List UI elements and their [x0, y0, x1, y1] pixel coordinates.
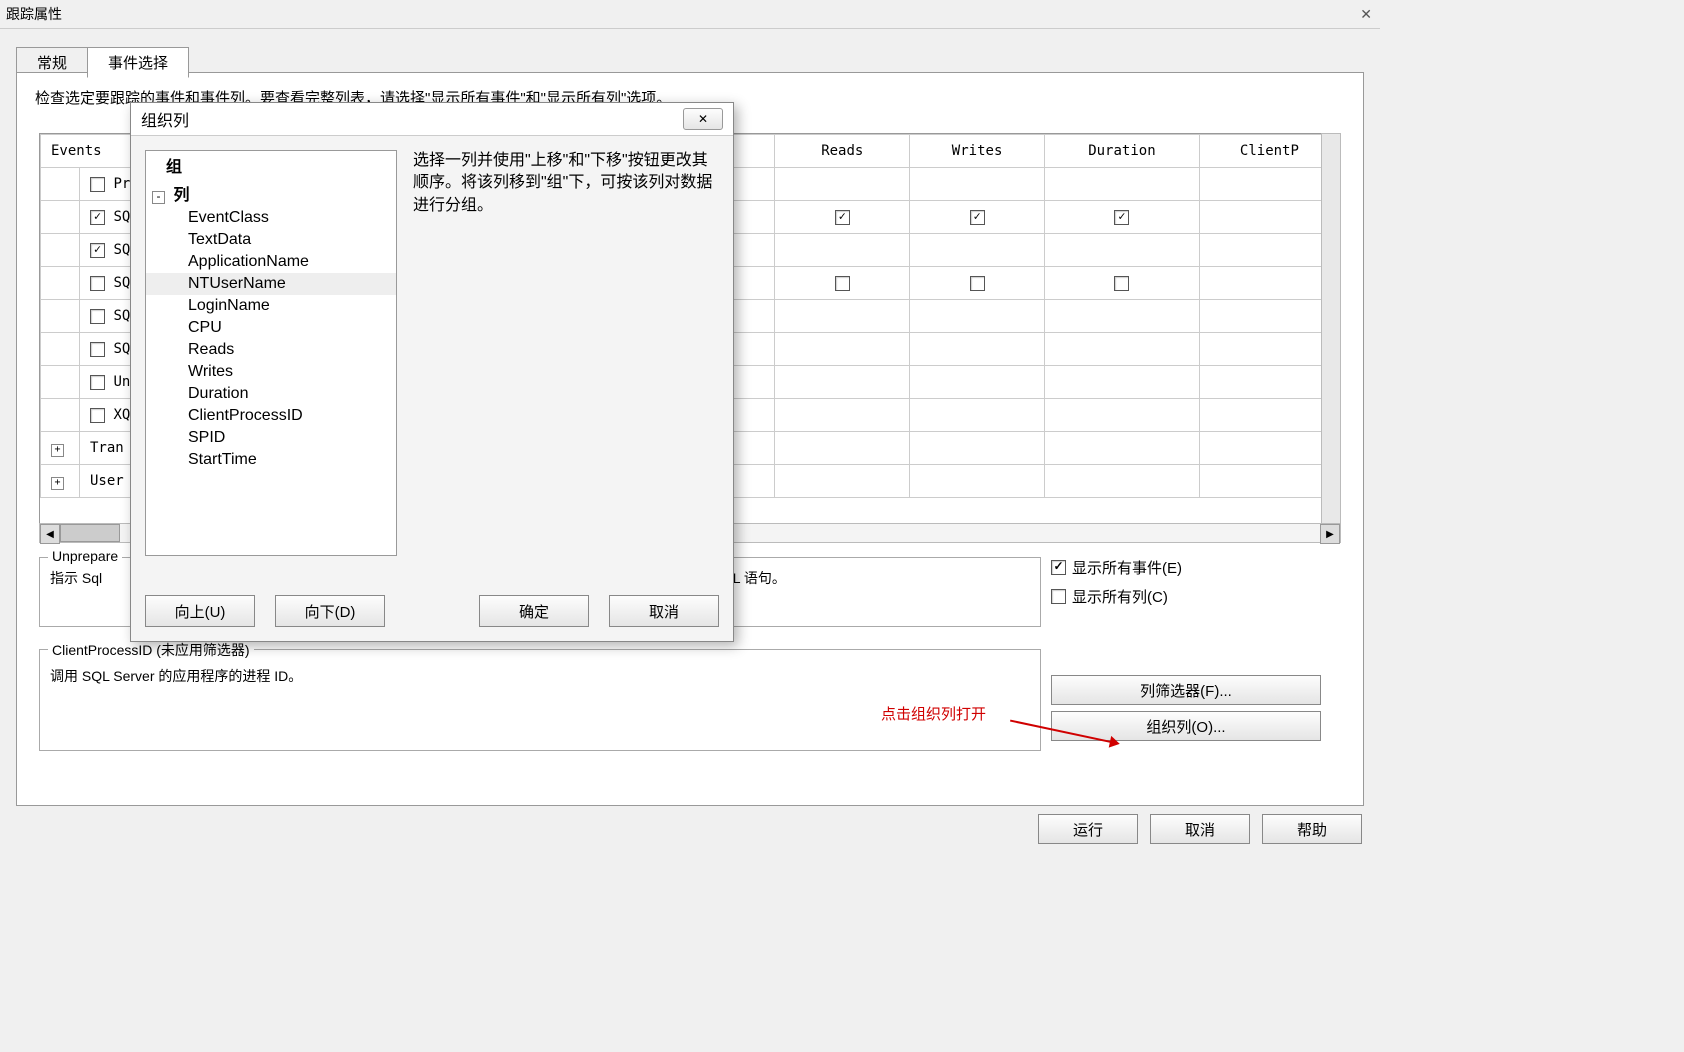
organize-columns-dialog: 组织列 ✕ 组 - 列 EventClassTextDataApplicationN… [130, 102, 734, 642]
expand-toggle-icon[interactable]: + [51, 477, 64, 490]
tree-item[interactable]: Reads [146, 339, 396, 361]
annotation-text: 点击组织列打开 [881, 703, 986, 724]
event-checkbox[interactable] [90, 177, 105, 192]
show-all-columns-checkbox[interactable] [1051, 589, 1066, 604]
event-checkbox[interactable] [90, 408, 105, 423]
dialog-title: 组织列 [141, 107, 189, 131]
column-hint-text: 调用 SQL Server 的应用程序的进程 ID。 [50, 666, 1030, 686]
expand-toggle-icon[interactable]: + [51, 444, 64, 457]
event-checkbox[interactable] [90, 375, 105, 390]
scroll-right-icon[interactable]: ▶ [1320, 524, 1340, 544]
event-checkbox[interactable] [90, 210, 105, 225]
column-header[interactable]: Reads [775, 135, 910, 168]
tree-item[interactable]: TextData [146, 229, 396, 251]
cell-checkbox[interactable] [835, 210, 850, 225]
column-hint-fieldset: ClientProcessID (未应用筛选器) 调用 SQL Server 的… [39, 649, 1041, 751]
run-button[interactable]: 运行 [1038, 814, 1138, 844]
dialog-cancel-button[interactable]: 取消 [609, 595, 719, 627]
cell-checkbox[interactable] [1114, 210, 1129, 225]
dialog-instruction: 选择一列并使用"上移"和"下移"按钮更改其顺序。将该列移到"组"下，可按该列对数… [413, 150, 719, 556]
tree-item[interactable]: EventClass [146, 207, 396, 229]
dialog-button-row: 向上(U) 向下(D) 确定 取消 [145, 595, 719, 627]
window-titlebar: 跟踪属性 ✕ [0, 0, 1380, 29]
window-title: 跟踪属性 [6, 4, 62, 24]
tree-item[interactable]: StartTime [146, 449, 396, 471]
column-filters-button[interactable]: 列筛选器(F)... [1051, 675, 1321, 705]
trace-properties-window: 跟踪属性 ✕ 常规 事件选择 检查选定要跟踪的事件和事件列。要查看完整列表，请选… [0, 0, 1380, 852]
dialog-titlebar: 组织列 ✕ [131, 103, 733, 136]
tree-item[interactable]: NTUserName [146, 273, 396, 295]
tree-item[interactable]: 列 [169, 187, 189, 204]
column-header[interactable]: Writes [910, 135, 1045, 168]
options-column: 显示所有事件(E) 显示所有列(C) 列筛选器(F)... 组织列(O)... [1051, 557, 1341, 747]
cell-checkbox[interactable] [970, 210, 985, 225]
show-all-columns-label: 显示所有列(C) [1072, 586, 1168, 607]
dialog-close-button[interactable]: ✕ [683, 108, 723, 130]
move-down-button[interactable]: 向下(D) [275, 595, 385, 627]
event-checkbox[interactable] [90, 243, 105, 258]
cell-checkbox[interactable] [835, 276, 850, 291]
tree-item[interactable]: CPU [146, 317, 396, 339]
scroll-left-icon[interactable]: ◀ [40, 524, 60, 544]
cell-checkbox[interactable] [1114, 276, 1129, 291]
show-all-events-checkbox[interactable] [1051, 560, 1066, 575]
tree-item[interactable]: Duration [146, 383, 396, 405]
show-all-events-label: 显示所有事件(E) [1072, 557, 1182, 578]
event-checkbox[interactable] [90, 309, 105, 324]
move-up-button[interactable]: 向上(U) [145, 595, 255, 627]
tree-item[interactable]: 组 [146, 151, 396, 179]
tree-item[interactable]: Writes [146, 361, 396, 383]
cell-checkbox[interactable] [970, 276, 985, 291]
column-header[interactable]: ClientP [1199, 135, 1339, 168]
tree-item[interactable]: ClientProcessID [146, 405, 396, 427]
event-checkbox[interactable] [90, 342, 105, 357]
cancel-button[interactable]: 取消 [1150, 814, 1250, 844]
scrollbar-thumb[interactable] [60, 524, 120, 542]
tree-item[interactable]: SPID [146, 427, 396, 449]
collapse-icon[interactable]: - [152, 191, 165, 204]
tab-event-selection[interactable]: 事件选择 [87, 47, 189, 78]
columns-tree[interactable]: 组 - 列 EventClassTextDataApplicationNameNTU… [145, 150, 397, 556]
dialog-button-row: 运行 取消 帮助 [1038, 814, 1362, 844]
column-header[interactable]: Duration [1045, 135, 1200, 168]
event-description-text: 指示 Sql [50, 570, 102, 586]
tree-item[interactable]: LoginName [146, 295, 396, 317]
help-button[interactable]: 帮助 [1262, 814, 1362, 844]
tree-item[interactable]: ApplicationName [146, 251, 396, 273]
close-icon[interactable]: ✕ [1360, 6, 1374, 23]
event-label: Tran [90, 440, 124, 456]
event-checkbox[interactable] [90, 276, 105, 291]
event-description-legend: Unprepare [48, 548, 122, 564]
column-hint-legend: ClientProcessID (未应用筛选器) [48, 640, 254, 660]
ok-button[interactable]: 确定 [479, 595, 589, 627]
grid-vertical-scrollbar[interactable] [1321, 133, 1341, 525]
event-label: User [90, 473, 124, 489]
